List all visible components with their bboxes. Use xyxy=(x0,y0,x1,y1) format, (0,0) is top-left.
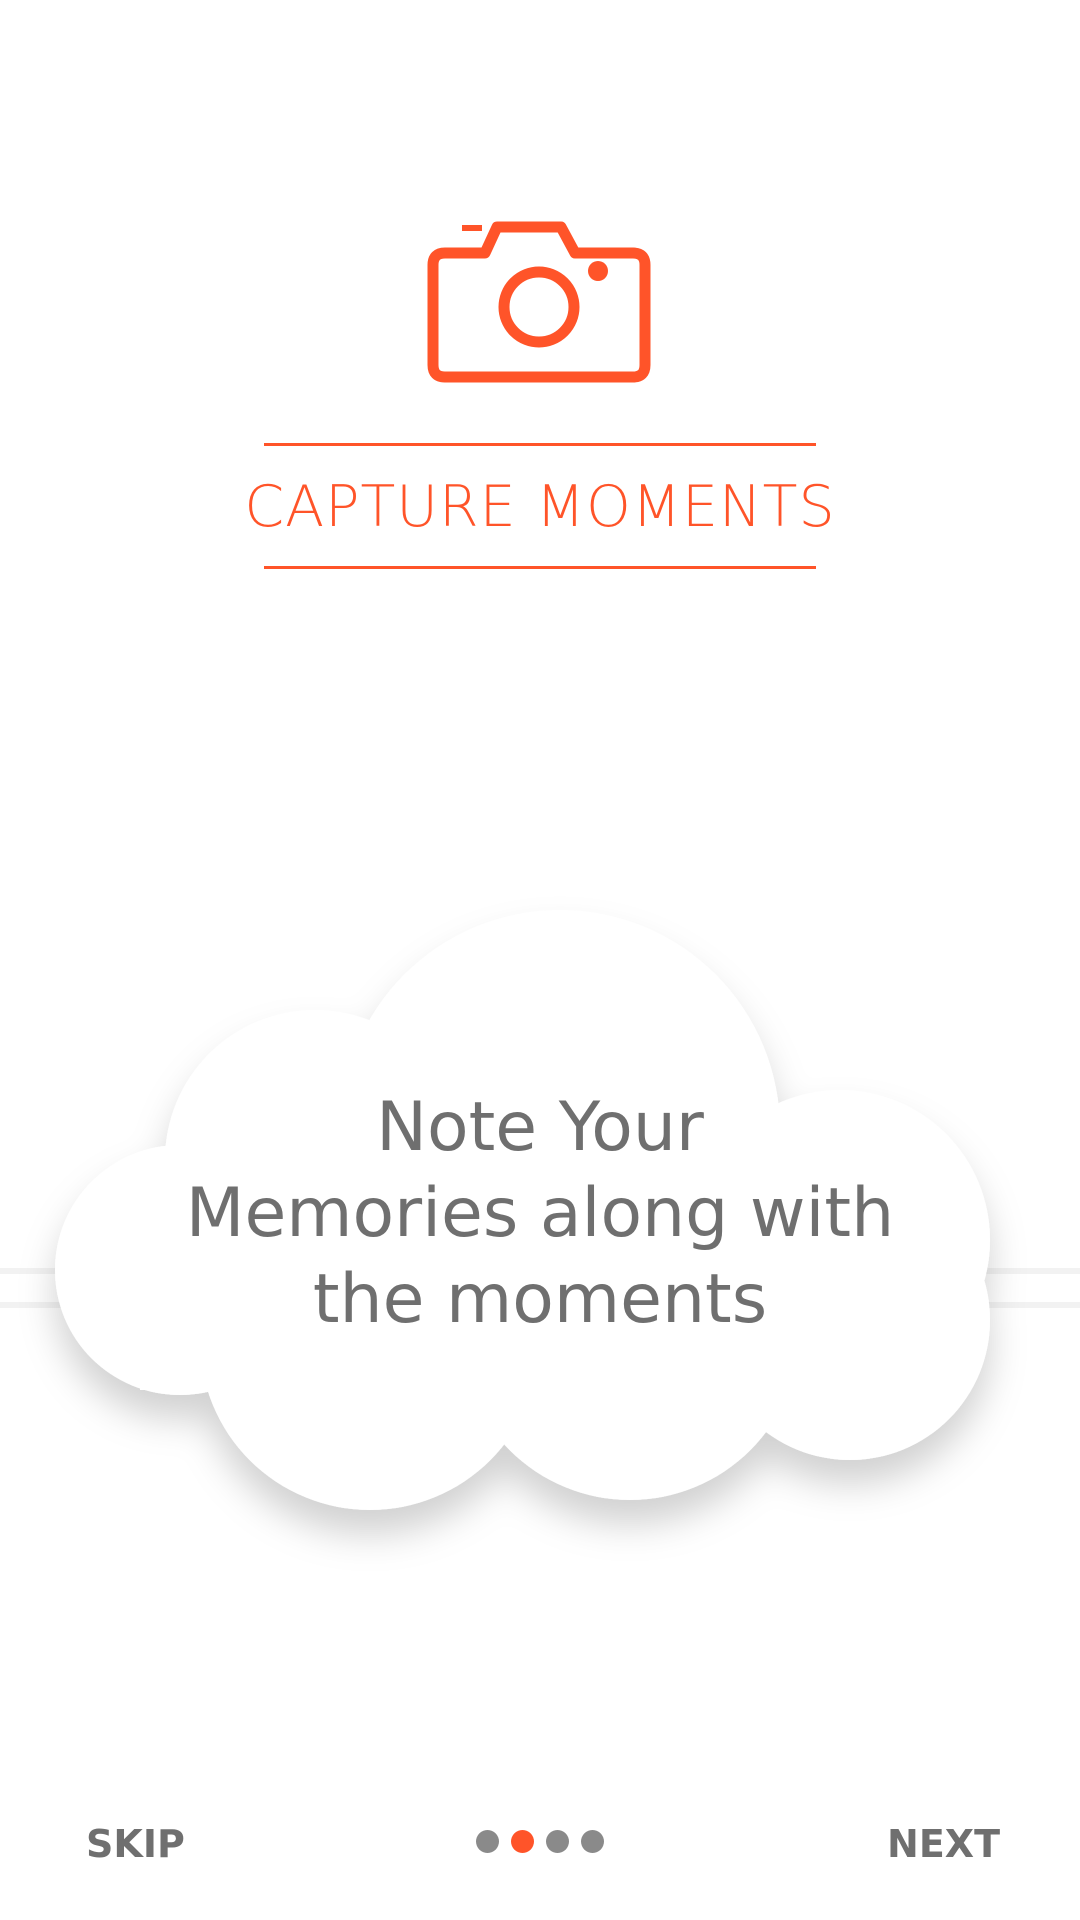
skip-button[interactable]: SKIP xyxy=(86,1822,185,1866)
onboarding-screen: CAPTURE MOMENTS Note Your Memories along… xyxy=(0,0,1080,1920)
page-dot-2-active[interactable] xyxy=(511,1830,534,1853)
page-indicator xyxy=(476,1830,604,1854)
bottom-navigation: SKIP NEXT xyxy=(0,1800,1080,1890)
page-dot-4[interactable] xyxy=(581,1830,604,1853)
page-dot-1[interactable] xyxy=(476,1830,499,1853)
page-title: CAPTURE MOMENTS xyxy=(244,474,836,540)
title-top-rule xyxy=(264,443,816,446)
next-button[interactable]: NEXT xyxy=(887,1822,1000,1866)
message-line-1: Note Your xyxy=(376,1088,704,1167)
message-line-3: the moments xyxy=(312,1260,768,1339)
onboarding-message: Note Your Memories along with the moment… xyxy=(140,1085,940,1343)
page-dot-3[interactable] xyxy=(546,1830,569,1853)
camera-icon xyxy=(425,215,655,385)
message-line-2: Memories along with xyxy=(185,1174,895,1253)
title-bottom-rule xyxy=(264,566,816,569)
